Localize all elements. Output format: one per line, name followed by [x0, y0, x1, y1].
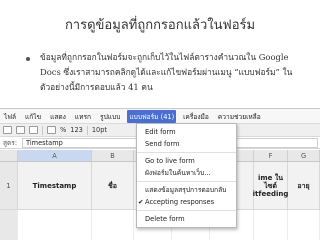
table-cell[interactable]: ime ใน ไซต์ itfeeding — [253, 162, 288, 209]
number-format-button[interactable]: 123 — [70, 126, 83, 134]
percent-button[interactable]: % — [60, 126, 66, 134]
menu-tools[interactable]: เครื่องมือ — [181, 110, 211, 123]
menu-help[interactable]: ความช่วยเหลือ — [216, 110, 263, 123]
currency-icon[interactable] — [47, 126, 56, 134]
menu-bar: ไฟล์ แก้ไข แสดง แทรก รูปแบบ แบบฟอร์ม (41… — [0, 109, 320, 123]
menu-item-show-summary[interactable]: แสดงข้อมูลสรุปการตอบกลับ — [137, 184, 236, 196]
menu-file[interactable]: ไฟล์ — [2, 110, 18, 123]
table-cell[interactable] — [18, 210, 92, 240]
print-icon[interactable] — [3, 126, 12, 134]
menu-view[interactable]: แสดง — [48, 110, 68, 123]
table-cell[interactable]: อายุ — [288, 162, 320, 209]
bullet-dot-icon — [26, 57, 30, 61]
column-header-f[interactable]: F — [254, 150, 288, 161]
table-cell[interactable] — [254, 210, 288, 240]
menu-item-go-to-live-form[interactable]: Go to live form — [137, 155, 236, 167]
table-cell[interactable] — [92, 210, 134, 240]
form-menu-dropdown: Edit form Send form Go to live form ผังฟ… — [136, 123, 237, 228]
table-cell[interactable]: Timestamp — [18, 162, 92, 209]
table-cell[interactable] — [288, 210, 320, 240]
menu-item-accepting-responses[interactable]: ✔ Accepting responses — [137, 196, 236, 208]
slide-title: การดูข้อมูลที่ถูกกรอกแล้วในฟอร์ม — [64, 18, 256, 33]
menu-item-send-form[interactable]: Send form — [137, 138, 236, 150]
formula-label: สูตร: — [3, 139, 18, 147]
row-number-empty[interactable] — [0, 210, 18, 240]
menu-item-delete-form[interactable]: Delete form — [137, 213, 236, 225]
menu-item-label: Accepting responses — [145, 198, 215, 206]
bullet-text: ข้อมูลที่ถูกกรอกในฟอร์มจะถูกเก็บไว้ในไฟล… — [40, 52, 293, 92]
menu-insert[interactable]: แทรก — [73, 110, 93, 123]
bullet-paragraph: ข้อมูลที่ถูกกรอกในฟอร์มจะถูกเก็บไว้ในไฟล… — [26, 50, 310, 95]
menu-divider — [137, 210, 236, 211]
menu-item-embed-form[interactable]: ผังฟอร์มในค้นหาเว็บ... — [137, 167, 236, 179]
toolbar-divider — [86, 125, 88, 135]
checkmark-icon: ✔ — [138, 198, 144, 206]
redo-icon[interactable] — [29, 126, 38, 134]
menu-format[interactable]: รูปแบบ — [98, 110, 122, 123]
table-cell[interactable]: ชื่อ — [92, 162, 134, 209]
undo-icon[interactable] — [16, 126, 25, 134]
menu-item-edit-form[interactable]: Edit form — [137, 126, 236, 138]
row-number[interactable]: 1 — [0, 162, 18, 209]
font-size-select[interactable]: 10pt — [92, 126, 107, 134]
column-header-a[interactable]: A — [18, 150, 92, 161]
column-header-b[interactable]: B — [92, 150, 134, 161]
menu-edit[interactable]: แก้ไข — [23, 110, 43, 123]
corner-cell[interactable] — [0, 150, 18, 161]
toolbar-divider — [42, 125, 43, 135]
menu-form[interactable]: แบบฟอร์ม (41) — [127, 109, 177, 123]
menu-divider — [137, 152, 236, 153]
column-header-g[interactable]: G — [288, 150, 320, 161]
menu-divider — [137, 181, 236, 182]
